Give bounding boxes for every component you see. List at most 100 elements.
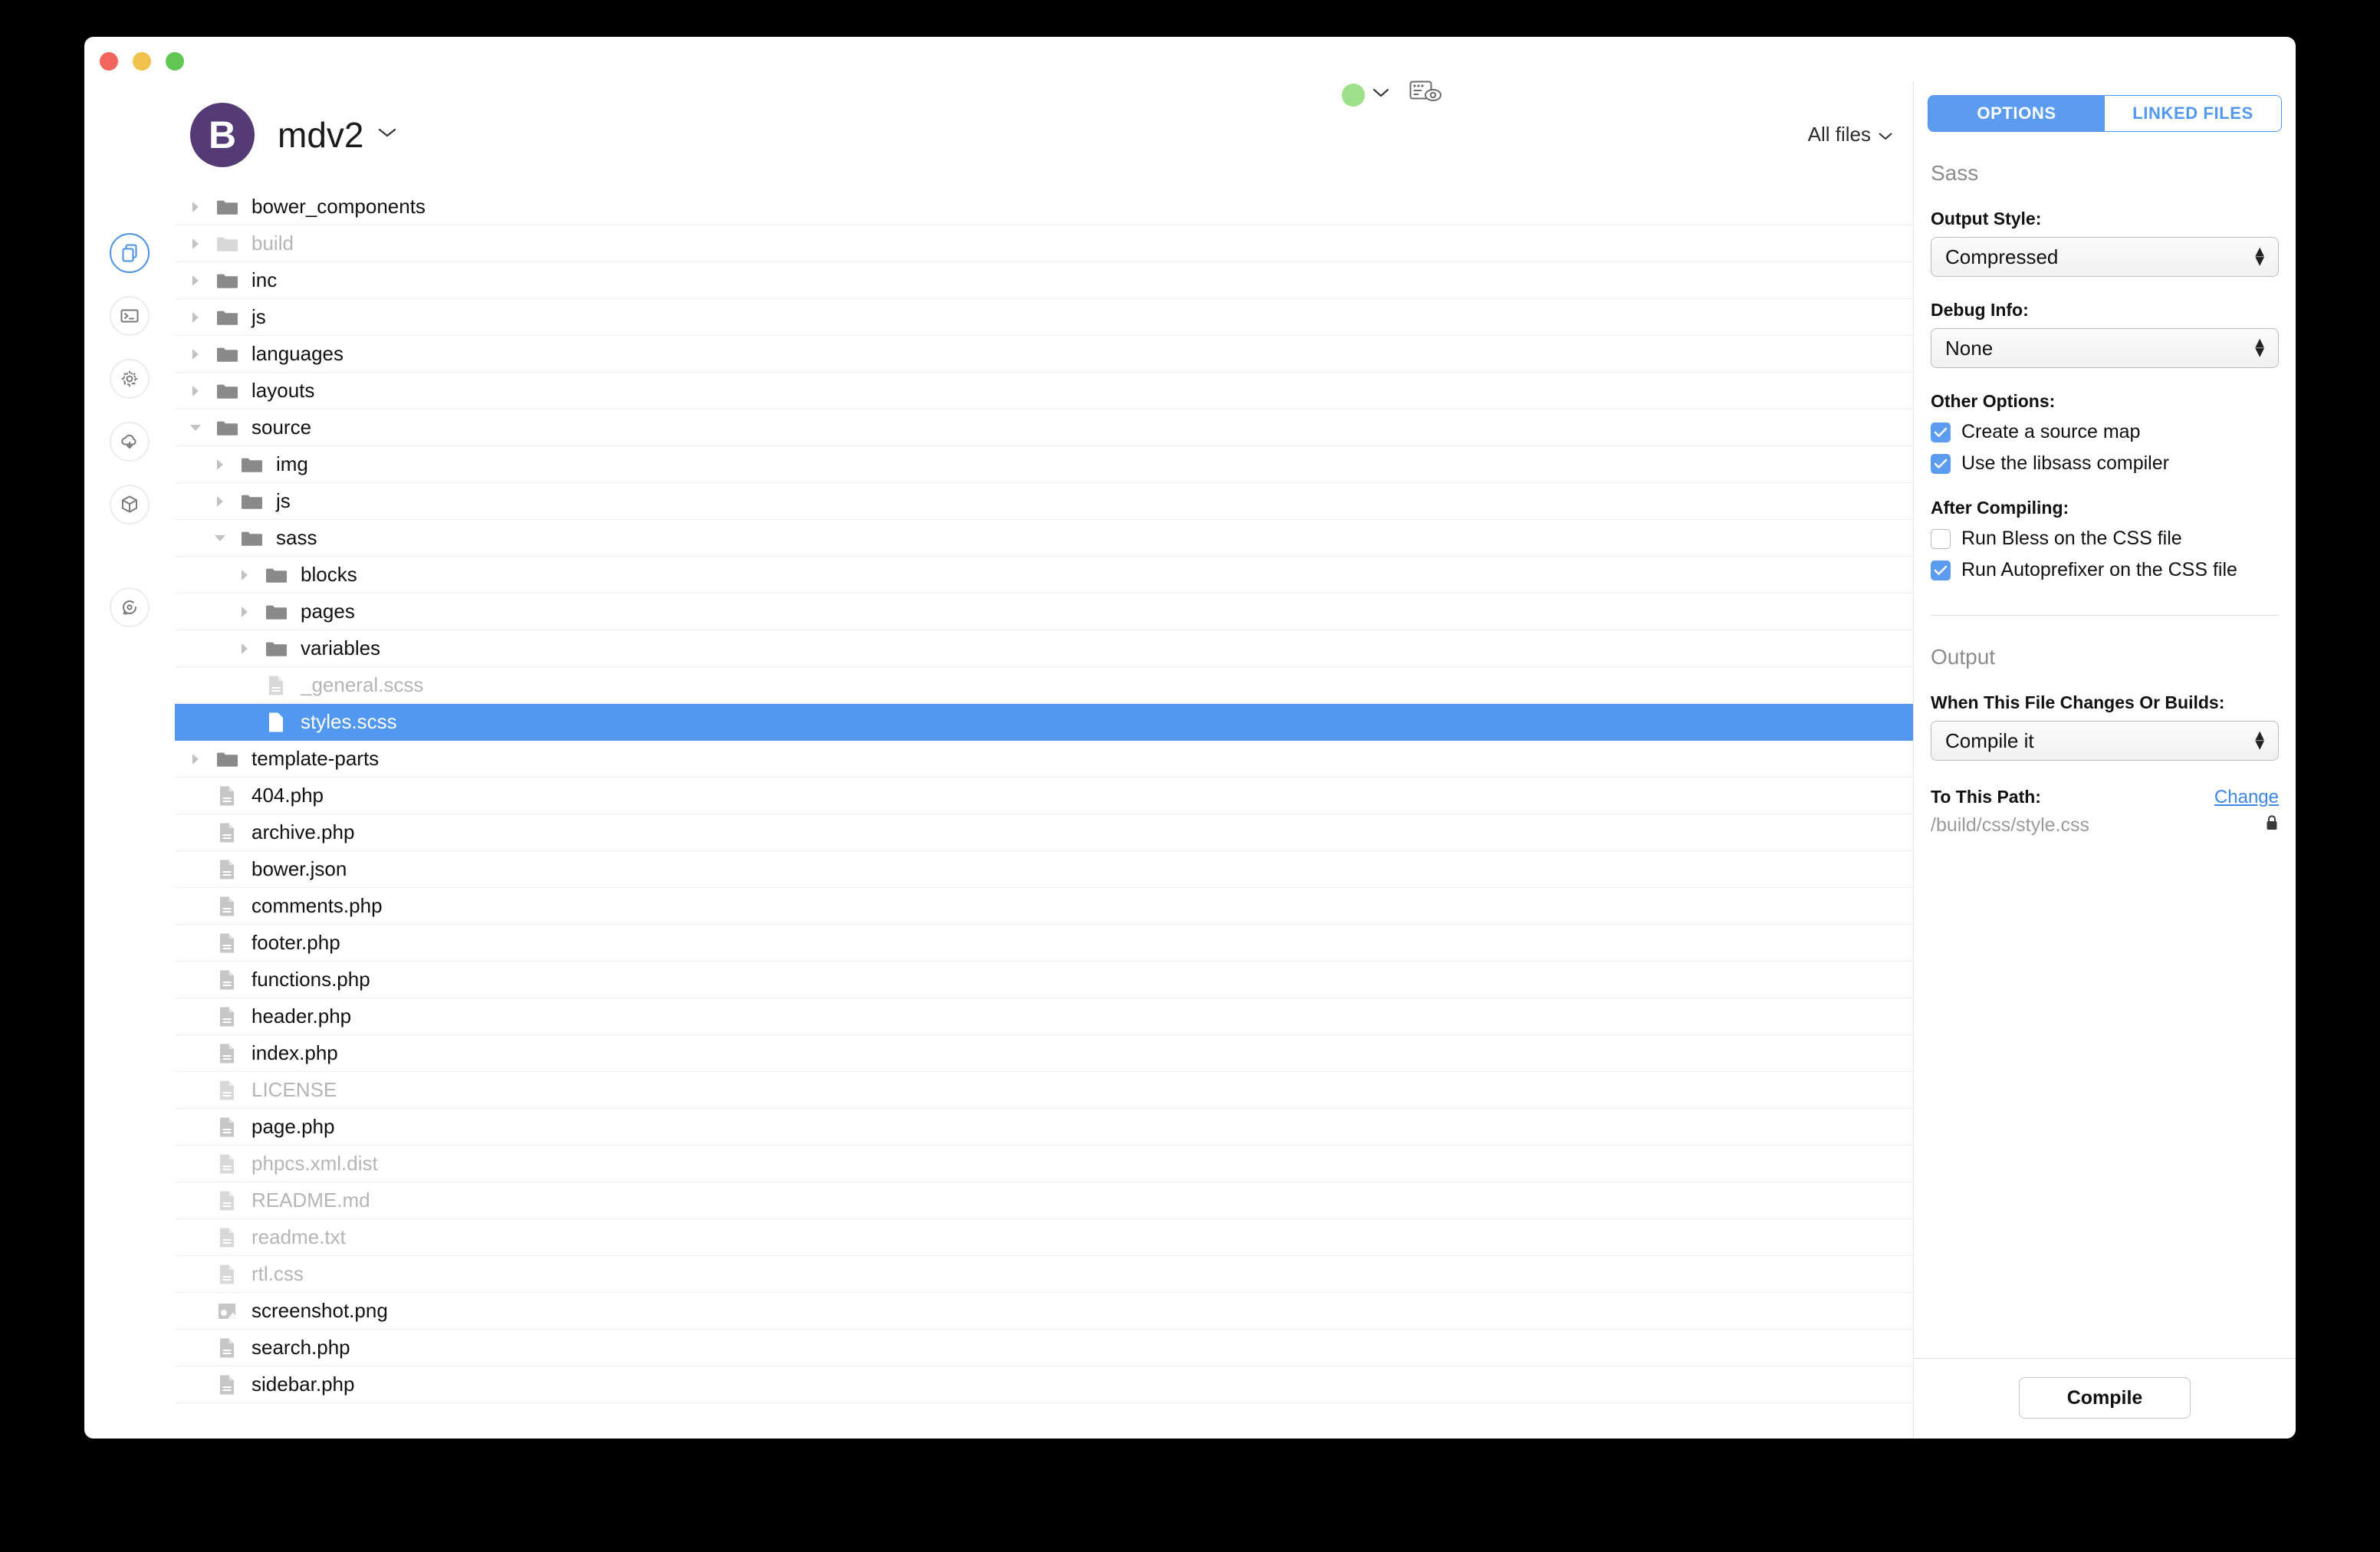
chevron-down-icon[interactable]: [377, 127, 397, 143]
other-options-group: Create a source map Use the libsass compi…: [1931, 421, 2279, 475]
disclosure-right-icon[interactable]: [235, 605, 255, 619]
checkbox-checked-icon[interactable]: [1931, 453, 1951, 474]
rail-item-terminal[interactable]: [110, 296, 150, 336]
tree-row-folder[interactable]: variables: [175, 630, 1913, 667]
disclosure-right-icon[interactable]: [186, 200, 205, 214]
file-icon: [212, 1190, 242, 1212]
tree-row-file[interactable]: README.md: [175, 1182, 1913, 1219]
checkbox-checked-icon[interactable]: [1931, 422, 1951, 442]
tree-row-file[interactable]: functions.php: [175, 962, 1913, 998]
disclosure-down-icon[interactable]: [186, 422, 205, 434]
after-compiling-group: Run Bless on the CSS file Run Autoprefixe…: [1931, 528, 2279, 581]
tree-row-file[interactable]: bower.json: [175, 851, 1913, 888]
inspector-footer: Compile: [1914, 1358, 2296, 1439]
tree-row-label: archive.php: [251, 820, 355, 843]
tree-row-file[interactable]: styles.scss: [175, 704, 1913, 741]
rail-item-packages[interactable]: [110, 485, 150, 524]
disclosure-right-icon[interactable]: [210, 458, 230, 472]
checkbox-row[interactable]: Create a source map: [1931, 421, 2279, 443]
tree-row-file[interactable]: sidebar.php: [175, 1366, 1913, 1403]
tree-row-file[interactable]: comments.php: [175, 888, 1913, 925]
disclosure-right-icon[interactable]: [186, 311, 205, 324]
tree-row-folder[interactable]: layouts: [175, 373, 1913, 409]
folder-icon: [212, 419, 242, 436]
tree-row-file[interactable]: 404.php: [175, 778, 1913, 814]
disclosure-right-icon[interactable]: [186, 237, 205, 251]
disclosure-right-icon[interactable]: [186, 384, 205, 398]
output-path-row: To This Path: Change: [1931, 787, 2279, 808]
tree-row-file[interactable]: _general.scss: [175, 667, 1913, 704]
checkbox-row[interactable]: Use the libsass compiler: [1931, 452, 2279, 475]
tree-row-file[interactable]: header.php: [175, 998, 1913, 1035]
close-button[interactable]: [100, 52, 118, 71]
tab-linked-files[interactable]: LINKED FILES: [2105, 96, 2281, 131]
tree-row-folder[interactable]: img: [175, 446, 1913, 483]
debug-info-label: Debug Info:: [1931, 300, 2029, 320]
folder-icon: [261, 640, 291, 657]
inspector-tabs: OPTIONS LINKED FILES: [1928, 95, 2282, 132]
disclosure-right-icon[interactable]: [186, 752, 205, 766]
checkbox-row[interactable]: Run Bless on the CSS file: [1931, 528, 2279, 550]
checkbox-checked-icon[interactable]: [1931, 560, 1951, 580]
when-changes-label: When This File Changes Or Builds:: [1931, 692, 2225, 712]
tree-row-folder[interactable]: bower_components: [175, 189, 1913, 225]
disclosure-right-icon[interactable]: [210, 495, 230, 508]
output-style-value: Compressed: [1945, 245, 2059, 268]
debug-info-select[interactable]: None ▲ ▼: [1931, 328, 2279, 368]
tree-row-folder[interactable]: blocks: [175, 557, 1913, 594]
tree-row-file[interactable]: footer.php: [175, 925, 1913, 962]
disclosure-right-icon[interactable]: [186, 274, 205, 288]
tree-row-file[interactable]: search.php: [175, 1330, 1913, 1366]
tree-row-folder[interactable]: inc: [175, 262, 1913, 299]
file-icon: [212, 1116, 242, 1138]
folder-icon: [261, 603, 291, 620]
tree-row-folder[interactable]: source: [175, 409, 1913, 446]
checkbox-label: Run Bless on the CSS file: [1961, 528, 2182, 549]
folder-icon: [212, 346, 242, 363]
tree-row-folder[interactable]: sass: [175, 520, 1913, 557]
compile-button[interactable]: Compile: [2019, 1377, 2191, 1419]
disclosure-right-icon[interactable]: [235, 642, 255, 656]
tree-row-file[interactable]: rtl.css: [175, 1256, 1913, 1293]
tree-row-folder[interactable]: js: [175, 299, 1913, 336]
file-filter-dropdown[interactable]: All files: [1808, 123, 1893, 146]
tree-row-label: readme.txt: [251, 1225, 346, 1248]
tree-row-folder[interactable]: pages: [175, 594, 1913, 630]
tree-row-folder[interactable]: build: [175, 225, 1913, 262]
tree-row-file[interactable]: page.php: [175, 1109, 1913, 1146]
tab-options[interactable]: OPTIONS: [1928, 96, 2105, 131]
tree-row-file[interactable]: LICENSE: [175, 1072, 1913, 1109]
tree-row-file[interactable]: archive.php: [175, 814, 1913, 851]
tree-row-label: sass: [276, 526, 317, 549]
when-changes-select[interactable]: Compile it ▲ ▼: [1931, 721, 2279, 761]
output-style-select[interactable]: Compressed ▲ ▼: [1931, 237, 2279, 277]
checkbox-label: Create a source map: [1961, 421, 2141, 442]
tree-row-label: pages: [301, 600, 355, 623]
folder-icon: [212, 235, 242, 252]
tree-row-folder[interactable]: template-parts: [175, 741, 1913, 778]
minimize-button[interactable]: [133, 52, 151, 71]
checkbox-row[interactable]: Run Autoprefixer on the CSS file: [1931, 559, 2279, 581]
tree-row-file[interactable]: index.php: [175, 1035, 1913, 1072]
rail-item-hooks[interactable]: [110, 422, 150, 462]
tree-row-file[interactable]: screenshot.png: [175, 1293, 1913, 1330]
zoom-button[interactable]: [166, 52, 184, 71]
file-tree[interactable]: bower_components build inc js languages layou…: [175, 189, 1913, 1439]
rail-item-files[interactable]: [110, 233, 150, 273]
disclosure-down-icon[interactable]: [210, 532, 230, 544]
rail-item-history[interactable]: [110, 587, 150, 627]
checkbox-unchecked-icon[interactable]: [1931, 528, 1951, 549]
tree-row-folder[interactable]: js: [175, 483, 1913, 520]
rail-item-settings[interactable]: [110, 359, 150, 399]
tree-row-label: template-parts: [251, 747, 380, 770]
disclosure-right-icon[interactable]: [235, 568, 255, 582]
folder-icon: [212, 751, 242, 768]
lock-icon[interactable]: [2265, 814, 2279, 837]
tree-row-label: inc: [251, 268, 278, 291]
tree-row-file[interactable]: phpcs.xml.dist: [175, 1146, 1913, 1182]
window-body: B mdv2 All files bower_components build in…: [84, 81, 2296, 1439]
tree-row-file[interactable]: readme.txt: [175, 1219, 1913, 1256]
tree-row-folder[interactable]: languages: [175, 336, 1913, 373]
change-path-link[interactable]: Change: [2214, 787, 2279, 808]
disclosure-right-icon[interactable]: [186, 347, 205, 361]
